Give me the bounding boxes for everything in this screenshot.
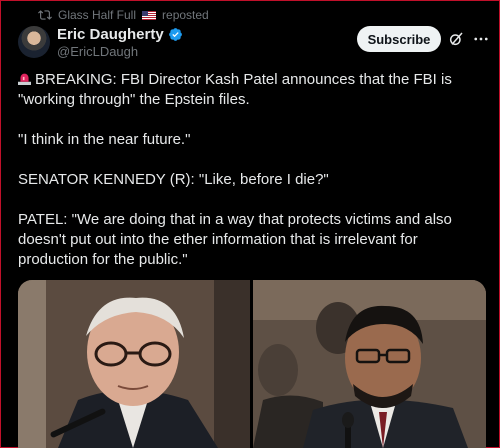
author-name-row[interactable]: Eric Daugherty [57,26,183,43]
repost-icon [38,10,52,20]
repost-user[interactable]: Glass Half Full [58,8,136,22]
post-paragraph-1: BREAKING: FBI Director Kash Patel announ… [18,70,488,110]
photo-patel[interactable] [253,280,486,448]
photo-kennedy[interactable] [18,280,250,448]
post-line-3: SENATOR KENNEDY (R): "Like, before I die… [18,171,329,188]
repost-suffix: reposted [162,8,209,22]
photo-patel-illustration [253,280,486,448]
author-handle[interactable]: @EricLDaugh [57,44,138,59]
grok-icon[interactable] [448,31,464,47]
subscribe-button[interactable]: Subscribe [357,26,441,52]
verified-badge-icon [168,28,182,41]
post-line-1: BREAKING: FBI Director Kash Patel announ… [18,71,452,108]
author-name[interactable]: Eric Daugherty [57,26,164,43]
avatar[interactable] [18,26,50,58]
media-grid[interactable] [18,280,486,448]
post-text: BREAKING: FBI Director Kash Patel announ… [18,70,488,270]
post-line-4: PATEL: "We are doing that in a way that … [18,211,452,268]
more-options-icon[interactable] [472,30,490,48]
siren-icon [18,73,31,85]
photo-kennedy-illustration [18,280,250,448]
post-line-2: "I think in the near future." [18,131,191,148]
repost-indicator[interactable]: Glass Half Full reposted [38,8,209,22]
us-flag-icon [142,10,157,20]
